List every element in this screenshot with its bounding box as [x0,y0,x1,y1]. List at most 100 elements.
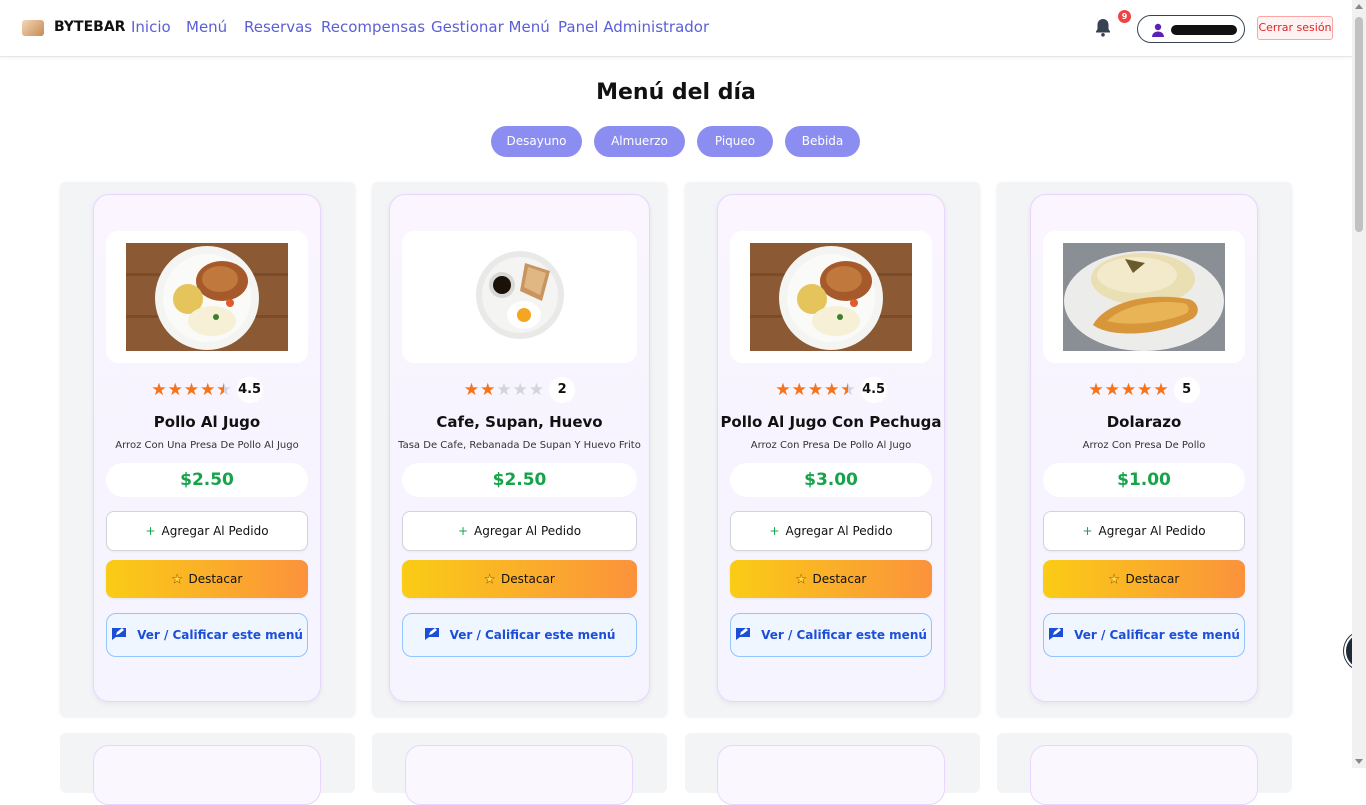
dish-image [730,231,932,363]
notification-badge: 9 [1118,10,1131,23]
rice-chicken-photo [1063,243,1225,351]
star-rating-icons[interactable]: ★★★★★★★★★★ [775,380,856,400]
star-rating-icons[interactable]: ★★★★★★★★★★ [464,380,545,400]
dish-name: Cafe, Supan, Huevo [436,413,603,431]
dish-description: Arroz Con Presa De Pollo Al Jugo [750,440,912,451]
scroll-up-arrow-icon[interactable] [1355,4,1363,9]
dish-description: Arroz Con Una Presa De Pollo Al Jugo [115,440,299,451]
nav-link-panel-administrador[interactable]: Panel Administrador [558,18,709,36]
username-redacted [1171,25,1237,35]
dish-name: Pollo Al Jugo Con Pechuga [720,413,942,431]
feature-button[interactable]: ★ Destacar [402,560,637,598]
add-to-order-button[interactable]: + Agregar Al Pedido [402,511,637,551]
plus-icon: + [145,524,156,538]
rating-row: ★★★★★ ★★★★★ 5 [1031,377,1257,403]
dish-image [1043,231,1245,363]
breakfast-plate-photo [475,251,564,339]
nav-link-recompensas[interactable]: Recompensas [321,18,425,36]
star-icon: ★ [1108,572,1120,587]
rate-edit-icon [1049,627,1064,640]
feature-label: Destacar [812,572,867,586]
feature-button[interactable]: ★ Destacar [730,560,932,598]
category-piqueo-button[interactable]: Piqueo [697,126,773,157]
feature-label: Destacar [1125,572,1180,586]
dish-description: Tasa De Cafe, Rebanada De Supan Y Huevo … [398,440,641,451]
rate-edit-icon [112,627,127,640]
scroll-down-arrow-icon[interactable] [1355,759,1363,764]
scrollbar-thumb[interactable] [1355,17,1363,232]
star-icon: ★ [171,572,183,587]
rating-row: ★★★★★★★★★★4.5 [718,377,944,403]
chicken-plate-photo [750,243,912,351]
view-rate-label: Ver / Calificar este menú [1074,628,1240,642]
plus-icon: + [457,524,468,538]
star-icon: ★ [484,572,495,587]
menu-card [93,745,321,805]
brand-name[interactable]: BYTEBAR [54,19,125,35]
menu-card [1030,745,1258,805]
view-rate-label: Ver / Calificar este menú [137,628,303,642]
feature-button[interactable]: ★ Destacar [106,560,308,598]
view-rate-menu-button[interactable]: Ver / Calificar este menú [730,613,932,657]
category-almuerzo-button[interactable]: Almuerzo [594,126,685,157]
rating-value: 4.5 [860,377,887,403]
rating-value: 4.5 [236,377,263,403]
nav-link-gestionar-menu[interactable]: Gestionar Menú [431,18,550,36]
add-to-order-label: Agregar Al Pedido [161,524,269,538]
add-to-order-label: Agregar Al Pedido [785,524,893,538]
add-to-order-label: Agregar Al Pedido [474,524,582,538]
dish-name: Pollo Al Jugo [153,413,261,431]
dish-name: Dolarazo [1106,413,1182,431]
brand-logo[interactable] [22,20,44,36]
dish-price: $2.50 [402,463,637,497]
menu-card [717,745,945,805]
user-menu-button[interactable] [1137,15,1245,43]
feature-button[interactable]: ★ Destacar [1043,560,1245,598]
top-navbar: BYTEBAR Inicio Menú Reservas Recompensas… [0,0,1352,57]
rating-value: 5 [1173,377,1200,403]
nav-link-inicio[interactable]: Inicio [131,18,171,36]
view-rate-label: Ver / Calificar este menú [761,628,927,642]
view-rate-menu-button[interactable]: Ver / Calificar este menú [1043,613,1245,657]
dish-image [402,231,637,363]
rating-value: 2 [549,377,576,403]
view-rate-label: Ver / Calificar este menú [449,628,616,642]
rating-row: ★★★★★★★★★★2 [390,377,649,403]
plus-icon: + [769,524,780,538]
add-to-order-button[interactable]: + Agregar Al Pedido [106,511,308,551]
add-to-order-button[interactable]: + Agregar Al Pedido [730,511,932,551]
star-rating-icons[interactable]: ★★★★★★★★★★ [151,380,232,400]
logout-button[interactable]: Cerrar sesión [1257,16,1333,40]
category-desayuno-button[interactable]: Desayuno [491,126,582,157]
bell-icon[interactable] [1094,18,1112,38]
view-rate-menu-button[interactable]: Ver / Calificar este menú [402,613,637,657]
dish-price: $1.00 [1043,463,1245,497]
add-to-order-label: Agregar Al Pedido [1098,524,1206,538]
rate-edit-icon [424,627,439,640]
dish-price: $3.00 [730,463,932,497]
dish-image [106,231,308,363]
menu-card: ★★★★★ ★★★★★ 5 Dolarazo Arroz Con Presa De … [1030,194,1258,702]
user-icon [1152,23,1164,37]
dish-description: Arroz Con Presa De Pollo [1082,440,1206,451]
nav-link-reservas[interactable]: Reservas [244,18,312,36]
feature-label: Destacar [500,572,555,586]
dish-price: $2.50 [106,463,308,497]
star-icon: ★ [795,572,807,587]
rating-row: ★★★★★★★★★★4.5 [94,377,320,403]
feature-label: Destacar [188,572,243,586]
star-rating-icons[interactable]: ★★★★★★★★★★ [1088,380,1169,400]
nav-link-menu[interactable]: Menú [186,18,227,36]
page-scrollbar[interactable] [1352,0,1366,768]
page-title: Menú del día [596,80,756,105]
menu-card: ★★★★★★★★★★4.5 Pollo Al Jugo Arroz Con Un… [93,194,321,702]
menu-card: ★★★★★★★★★★4.5 Pollo Al Jugo Con Pechuga … [717,194,945,702]
menu-card [405,745,633,805]
rate-edit-icon [736,627,751,640]
category-bebida-button[interactable]: Bebida [785,126,860,157]
view-rate-menu-button[interactable]: Ver / Calificar este menú [106,613,308,657]
plus-icon: + [1082,524,1093,538]
add-to-order-button[interactable]: + Agregar Al Pedido [1043,511,1245,551]
menu-card: ★★★★★★★★★★2 Cafe, Supan, Huevo Tasa De C… [389,194,650,702]
chicken-plate-photo [126,243,288,351]
